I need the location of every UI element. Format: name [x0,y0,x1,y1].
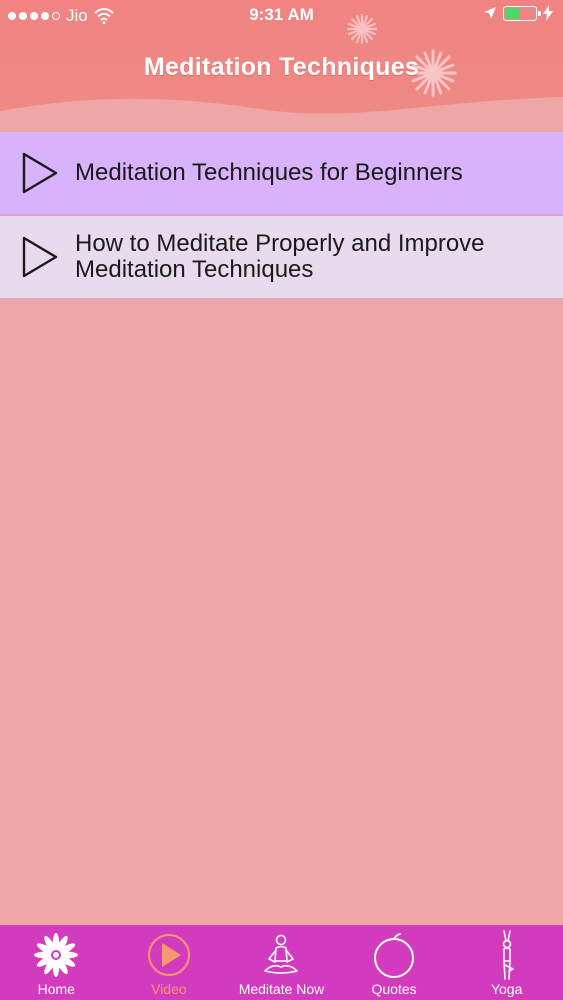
tab-bar: Home Video Meditate Now Quotes Yoga [0,925,563,1000]
yoga-pose-icon [502,930,514,980]
video-title: How to Meditate Properly and Improve Med… [75,230,485,283]
video-title: Meditation Techniques for Beginners [75,159,463,186]
video-list: Meditation Techniques for Beginners How … [0,132,563,300]
video-list-item[interactable]: How to Meditate Properly and Improve Med… [0,216,563,300]
status-time: 9:31 AM [249,5,314,24]
tab-label: Home [37,981,75,997]
tab-video[interactable]: Video [113,925,226,1000]
tab-home[interactable]: Home [0,925,113,1000]
tab-label: Meditate Now [238,981,325,997]
flower-icon [34,933,79,977]
page-title: Meditation Techniques [143,53,420,81]
video-list-item[interactable]: Meditation Techniques for Beginners [0,132,563,216]
status-right [483,5,553,21]
meditating-person-icon [264,934,299,974]
header: Jio 9:31 AM Meditation Techniques [0,0,563,133]
tab-meditate-now[interactable]: Meditate Now [225,925,338,1000]
status-bar: Jio 9:31 AM [0,0,563,34]
play-icon [22,152,58,194]
play-icon [22,236,58,278]
location-arrow-icon [484,7,496,19]
tab-quotes[interactable]: Quotes [338,925,451,1000]
flower-decoration-icon [346,13,378,45]
tab-yoga[interactable]: Yoga [450,925,563,1000]
apple-icon [374,933,415,978]
tab-label: Video [151,981,187,997]
battery-icon [503,5,541,21]
tab-label: Quotes [371,981,417,997]
tab-label: Yoga [490,981,523,997]
charging-bolt-icon [543,5,553,21]
header-wave [0,97,563,133]
play-circle-icon [147,934,190,976]
